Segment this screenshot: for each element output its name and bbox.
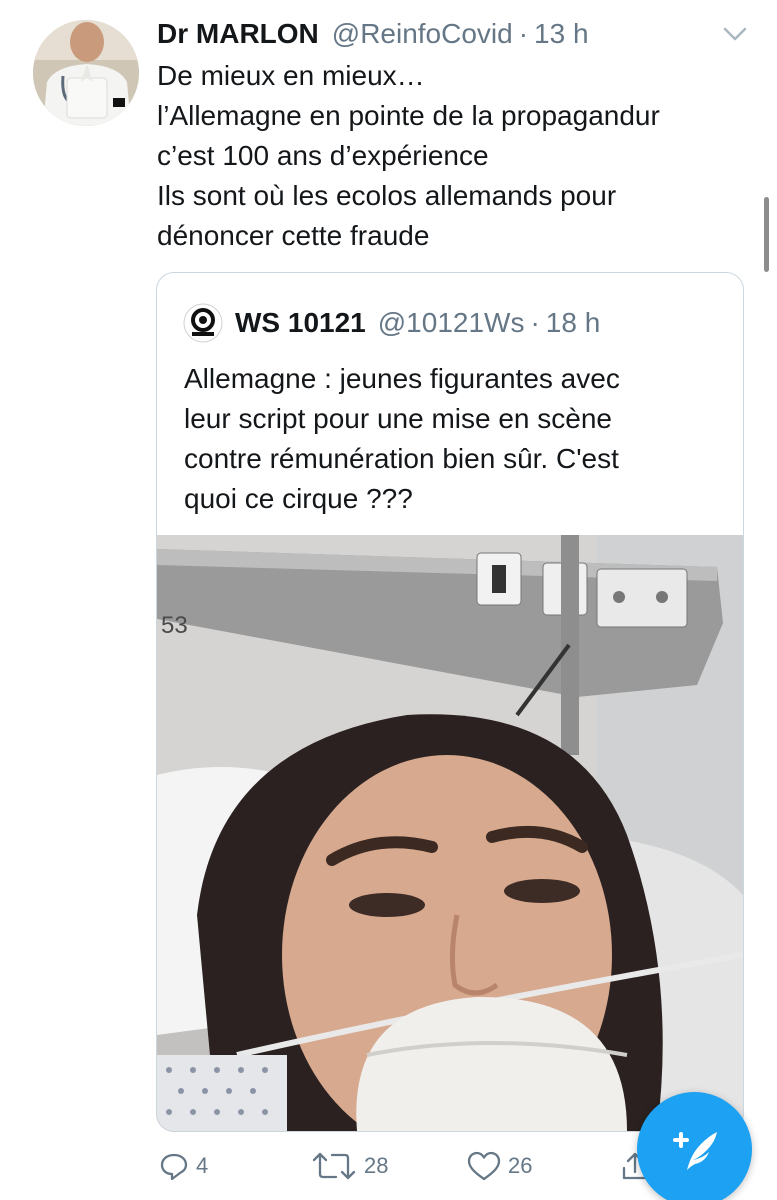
- chevron-down-icon[interactable]: [722, 26, 748, 42]
- compose-tweet-icon: [672, 1131, 717, 1170]
- separator-dot: ·: [530, 307, 540, 338]
- scrollbar-thumb[interactable]: [764, 197, 769, 272]
- author-avatar[interactable]: [33, 20, 139, 126]
- tweet-text: De mieux en mieux… l’Allemagne en pointe…: [157, 56, 742, 256]
- video-thumbnail: 53: [157, 535, 743, 1131]
- author-handle[interactable]: @ReinfoCovid: [332, 18, 513, 50]
- tweet-detail-screen: Dr MARLON @ReinfoCovid · 13 h De mieux e…: [0, 0, 777, 1200]
- quoted-author-name[interactable]: WS 10121: [235, 307, 366, 339]
- tweet-text-line: l’Allemagne en pointe de la propagandur: [157, 100, 660, 131]
- heart-icon: [467, 1151, 501, 1181]
- reply-button[interactable]: 4: [158, 1150, 208, 1182]
- quoted-tweet-video[interactable]: 53: [157, 535, 743, 1131]
- wall-number: 53: [161, 612, 188, 639]
- separator-dot: ·: [518, 18, 529, 49]
- like-count: 26: [508, 1153, 533, 1178]
- retweet-count: 28: [364, 1153, 389, 1178]
- quoted-tweet-timestamp[interactable]: 18 h: [546, 307, 601, 339]
- tweet-text-line: De mieux en mieux…: [157, 60, 425, 91]
- quoted-text-line: Allemagne : jeunes figurantes avec: [184, 363, 620, 394]
- compose-tweet-button[interactable]: [637, 1092, 752, 1200]
- doctor-avatar-icon: [33, 20, 139, 126]
- author-name[interactable]: Dr MARLON: [157, 18, 319, 50]
- tweet-text-line: c’est 100 ans d’expérience: [157, 140, 489, 171]
- quoted-author-handle[interactable]: @10121Ws: [378, 307, 525, 339]
- like-button[interactable]: 26: [466, 1150, 532, 1182]
- retweet-icon: [312, 1152, 356, 1180]
- retweet-button[interactable]: 28: [310, 1150, 388, 1182]
- quoted-tweet-header: WS 10121 @10121Ws · 18 h: [183, 303, 600, 343]
- quoted-text-line: contre rémunération bien sûr. C'est: [184, 443, 619, 474]
- quoted-tweet-card[interactable]: WS 10121 @10121Ws · 18 h Allemagne : jeu…: [156, 272, 744, 1132]
- tweet-header: Dr MARLON @ReinfoCovid · 13 h: [157, 14, 747, 54]
- quoted-text-line: quoi ce cirque ???: [184, 483, 413, 514]
- tweet-timestamp[interactable]: 13 h: [534, 18, 589, 50]
- tweet-text-line: dénoncer cette fraude: [157, 220, 430, 251]
- quoted-author-avatar-icon[interactable]: [183, 303, 223, 343]
- quoted-tweet-text: Allemagne : jeunes figurantes avec leur …: [184, 359, 724, 519]
- reply-icon: [160, 1153, 188, 1181]
- quoted-text-line: leur script pour une mise en scène: [184, 403, 612, 434]
- reply-count: 4: [196, 1153, 209, 1178]
- tweet-text-line: Ils sont où les ecolos allemands pour: [157, 180, 617, 211]
